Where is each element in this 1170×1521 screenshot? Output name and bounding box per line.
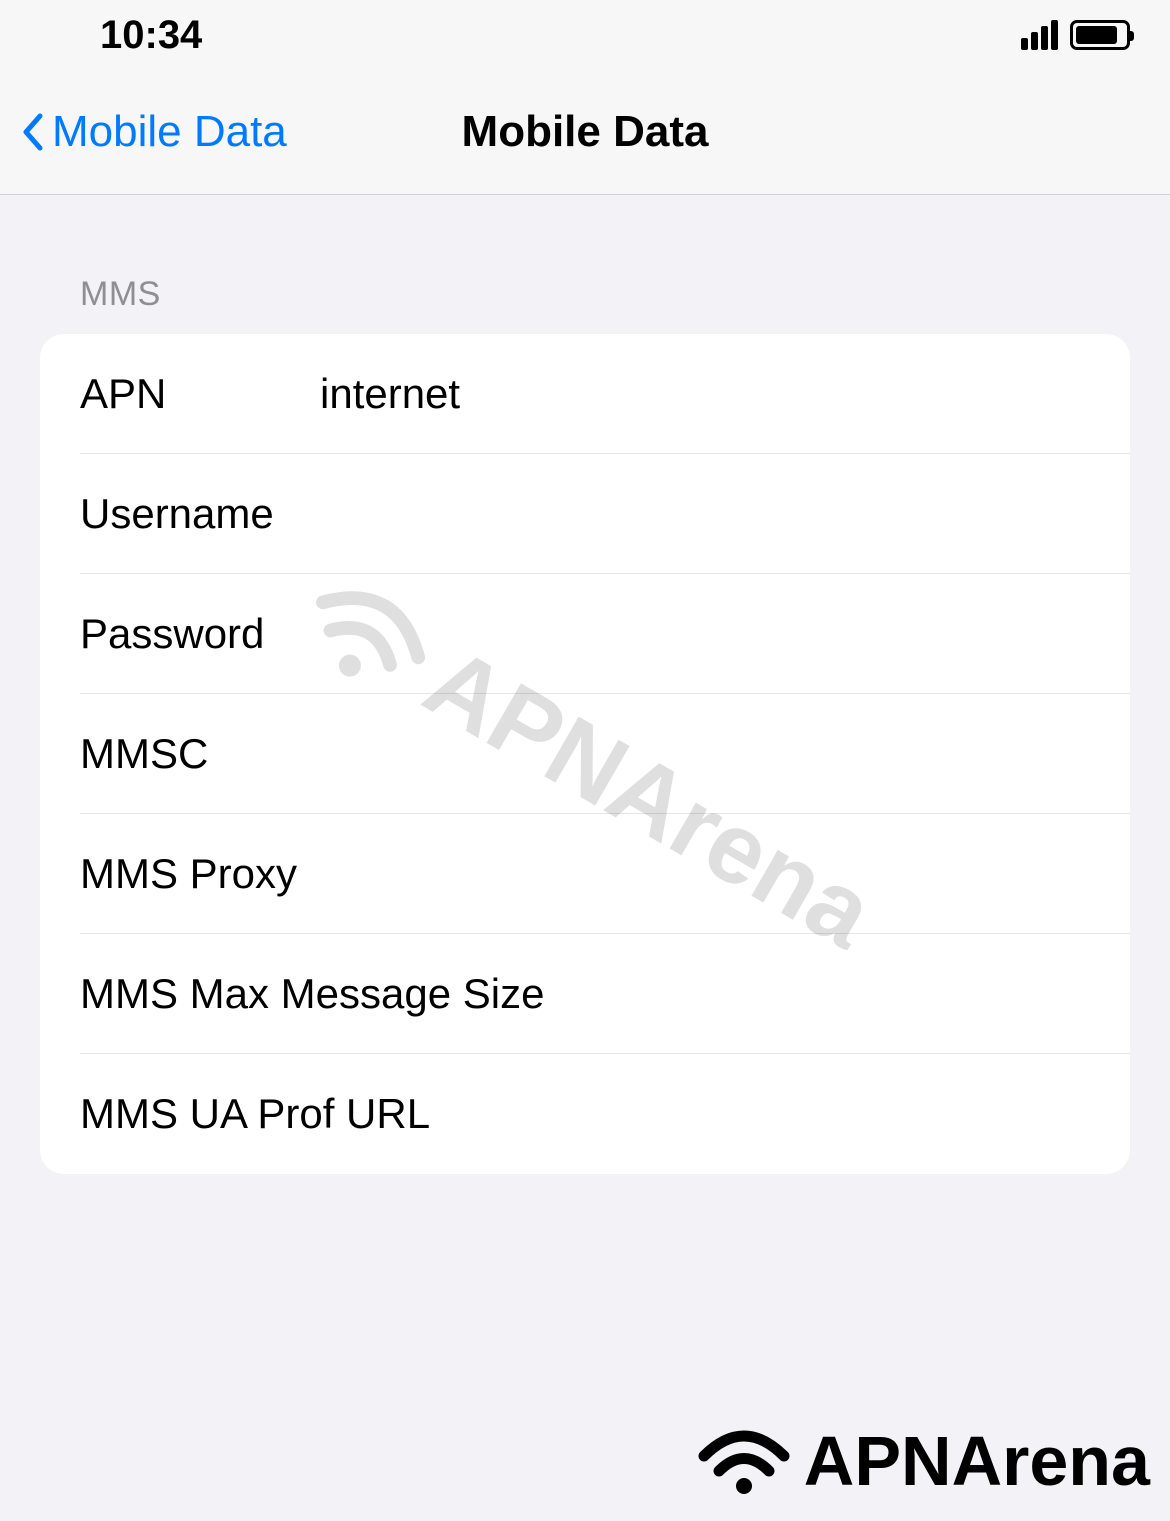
section-header-mms: MMS [40,195,1130,334]
watermark-bottom: APNArena [694,1421,1150,1501]
cellular-signal-icon [1021,20,1058,50]
wifi-icon [694,1421,794,1501]
watermark-bottom-text: APNArena [804,1421,1150,1501]
status-bar: 10:34 [0,0,1170,70]
setting-row-username[interactable]: Username [40,454,1130,574]
mms-ua-prof-input[interactable] [430,1090,1090,1138]
clock-time: 10:34 [100,13,202,58]
apn-label: APN [80,370,320,418]
chevron-left-icon [20,112,44,152]
mmsc-label: MMSC [80,730,320,778]
settings-content: MMS APN Username Password MMSC MMS Proxy… [0,195,1170,1174]
username-label: Username [80,490,320,538]
page-title: Mobile Data [462,107,709,157]
mms-proxy-label: MMS Proxy [80,850,320,898]
apn-input[interactable] [320,370,1090,418]
mms-ua-prof-label: MMS UA Prof URL [80,1090,430,1138]
password-label: Password [80,610,320,658]
mms-proxy-input[interactable] [320,850,1090,898]
mms-max-size-input[interactable] [544,970,1090,1018]
setting-row-apn[interactable]: APN [40,334,1130,454]
back-button-label: Mobile Data [52,107,287,157]
navigation-bar: Mobile Data Mobile Data [0,70,1170,195]
status-right-icons [1021,20,1130,50]
mmsc-input[interactable] [320,730,1090,778]
setting-row-mmsc[interactable]: MMSC [40,694,1130,814]
password-input[interactable] [320,610,1090,658]
mms-max-size-label: MMS Max Message Size [80,970,544,1018]
battery-icon [1070,20,1130,50]
back-button[interactable]: Mobile Data [20,107,287,157]
mms-settings-group: APN Username Password MMSC MMS Proxy MMS… [40,334,1130,1174]
setting-row-mms-ua-prof[interactable]: MMS UA Prof URL [40,1054,1130,1174]
username-input[interactable] [320,490,1090,538]
setting-row-mms-proxy[interactable]: MMS Proxy [40,814,1130,934]
setting-row-password[interactable]: Password [40,574,1130,694]
setting-row-mms-max-size[interactable]: MMS Max Message Size [40,934,1130,1054]
